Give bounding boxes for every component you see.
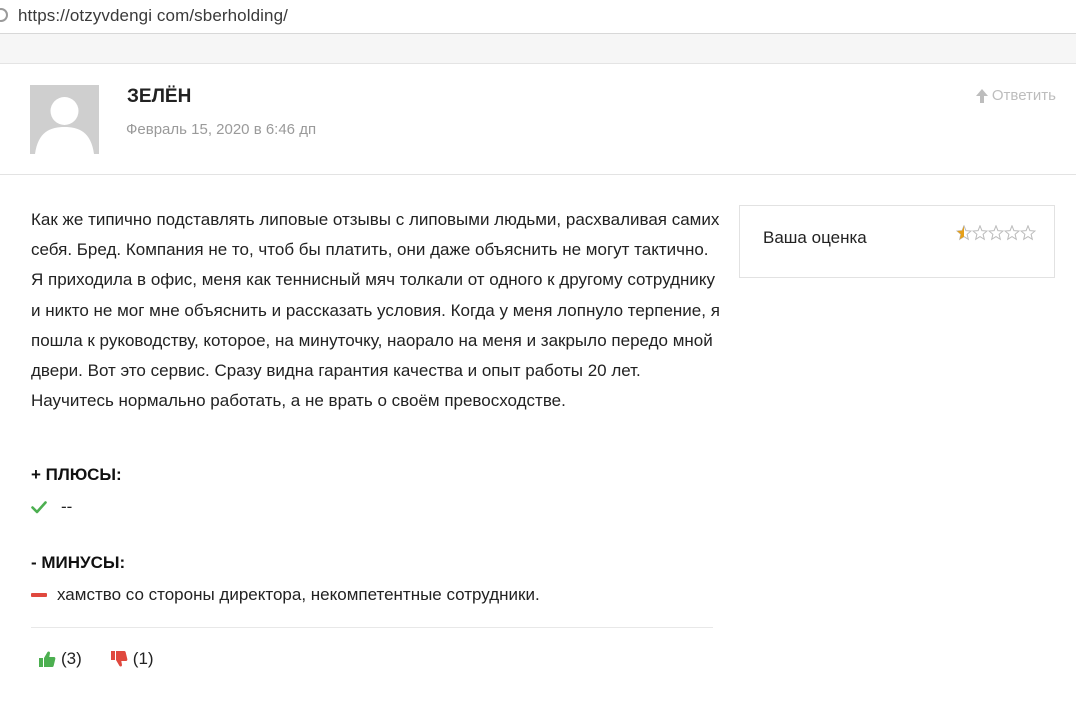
site-info-icon[interactable] bbox=[0, 8, 8, 22]
author-name: ЗЕЛЁН bbox=[127, 86, 192, 107]
star-icon[interactable] bbox=[1004, 225, 1020, 241]
like-button[interactable]: (3) bbox=[38, 649, 82, 669]
review-text: Как же типично подставлять липовые отзыв… bbox=[31, 210, 720, 411]
cons-title: - МИНУСЫ: bbox=[31, 553, 126, 572]
votes: (3) (1) bbox=[38, 649, 154, 669]
dislike-count: (1) bbox=[132, 649, 154, 668]
star-icon[interactable] bbox=[1020, 225, 1036, 241]
star-icon[interactable] bbox=[988, 225, 1004, 241]
pros-text: -- bbox=[61, 497, 73, 516]
dislike-button[interactable]: (1) bbox=[110, 649, 154, 669]
rating-label: Ваша оценка bbox=[763, 228, 867, 247]
default-avatar-icon bbox=[30, 85, 99, 154]
divider bbox=[31, 627, 713, 628]
review-header: ЗЕЛЁН Февраль 15, 2020 в 6:46 дп Ответит… bbox=[0, 64, 1076, 175]
comment-date: Февраль 15, 2020 в 6:46 дп bbox=[126, 121, 317, 138]
pros-item: -- bbox=[31, 497, 72, 517]
reply-label: Ответить bbox=[991, 87, 1056, 104]
pros-title: + ПЛЮСЫ: bbox=[31, 465, 122, 484]
avatar bbox=[30, 85, 99, 154]
minus-icon bbox=[31, 593, 47, 597]
review-card: ЗЕЛЁН Февраль 15, 2020 в 6:46 дп Ответит… bbox=[0, 63, 1076, 704]
like-count: (3) bbox=[61, 649, 82, 668]
cons-text: хамство со стороны директора, некомпетен… bbox=[57, 585, 540, 604]
url-text[interactable]: https://otzyvdengi com/sberholding/ bbox=[18, 6, 288, 26]
reply-button[interactable]: Ответить bbox=[974, 87, 1056, 104]
thumbs-down-icon bbox=[110, 651, 128, 667]
rating-stars[interactable] bbox=[956, 225, 1036, 241]
address-bar[interactable]: https://otzyvdengi com/sberholding/ bbox=[0, 0, 1076, 34]
arrow-up-icon bbox=[975, 88, 988, 103]
rating-box: Ваша оценка bbox=[739, 205, 1055, 278]
thumbs-up-icon bbox=[39, 651, 56, 667]
star-icon[interactable] bbox=[972, 225, 988, 241]
cons-item: хамство со стороны директора, некомпетен… bbox=[31, 585, 540, 605]
check-icon bbox=[31, 501, 47, 514]
star-icon[interactable] bbox=[956, 225, 972, 241]
